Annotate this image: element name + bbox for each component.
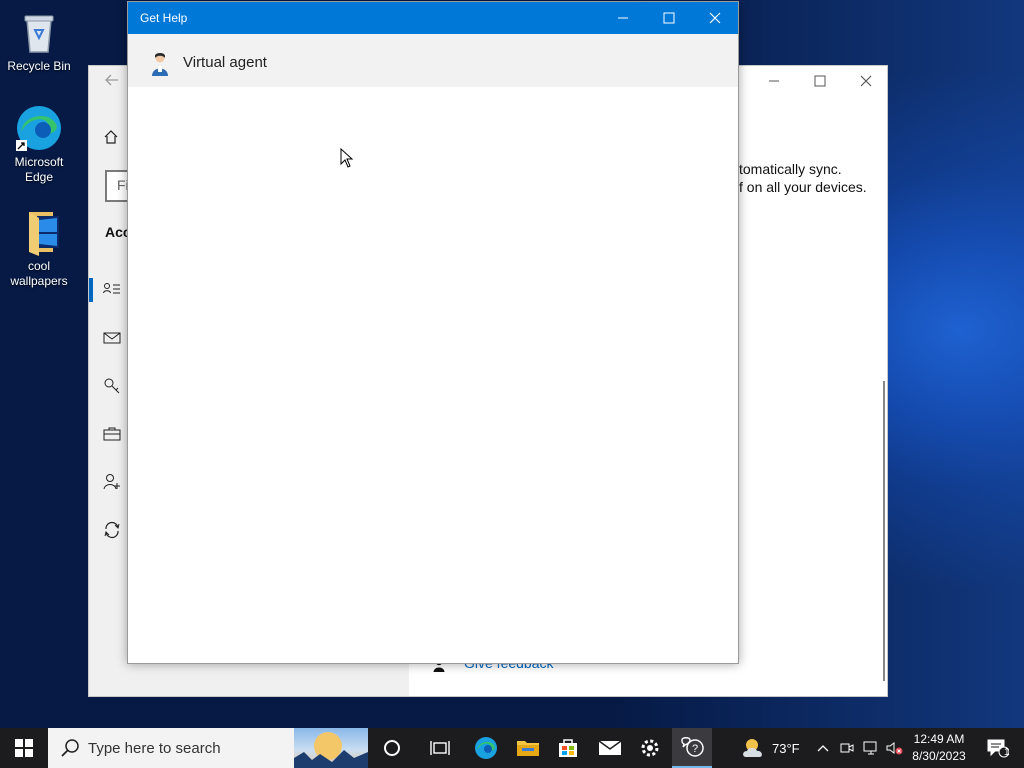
cortana-circle-icon: [384, 740, 400, 756]
gear-icon: [641, 739, 659, 757]
task-view-icon: [430, 741, 450, 755]
folder-icon: [15, 208, 63, 256]
desktop-icon-label: Microsoft Edge: [14, 155, 64, 184]
weather-temperature[interactable]: 73°F: [772, 741, 800, 756]
mouse-cursor-icon: [340, 147, 354, 168]
close-button[interactable]: [843, 74, 889, 90]
chat-header: Virtual agent: [128, 34, 738, 87]
virtual-agent-avatar-icon: [150, 52, 170, 76]
store-icon: [559, 739, 577, 757]
get-help-icon: ?: [681, 737, 704, 757]
maximize-button[interactable]: [797, 74, 843, 90]
taskbar-get-help[interactable]: ?: [672, 728, 712, 768]
minimize-button[interactable]: [751, 74, 797, 90]
volume-muted-icon: [886, 742, 903, 755]
volume-button[interactable]: [884, 728, 906, 768]
briefcase-icon[interactable]: [103, 426, 123, 446]
agent-name: Virtual agent: [183, 54, 267, 71]
taskbar-file-explorer[interactable]: [508, 728, 548, 768]
action-center-button[interactable]: 1: [978, 728, 1018, 768]
weather-icon[interactable]: [734, 728, 774, 768]
account-info-icon[interactable]: [103, 282, 123, 302]
chevron-up-icon: [817, 745, 829, 752]
clock-date: 8/30/2023: [912, 749, 966, 763]
edge-icon: [475, 737, 497, 759]
sync-icon[interactable]: [103, 521, 123, 541]
search-icon: [61, 739, 79, 757]
task-view-button[interactable]: [420, 728, 460, 768]
start-button[interactable]: [0, 728, 48, 768]
back-arrow-icon[interactable]: [105, 73, 119, 91]
clock-time: 12:49 AM: [913, 732, 965, 746]
mail-icon: [598, 740, 622, 755]
taskbar-mail[interactable]: [590, 728, 630, 768]
sync-description: tomatically sync. f on all your devices.: [739, 161, 867, 195]
windows-logo-icon: [15, 739, 33, 757]
taskbar-edge[interactable]: [466, 728, 506, 768]
minimize-button[interactable]: [600, 2, 646, 34]
taskbar-settings[interactable]: [630, 728, 670, 768]
taskbar-search-box[interactable]: Type here to search: [48, 728, 368, 768]
notification-count: 1: [1004, 747, 1010, 758]
scrollbar[interactable]: [883, 381, 885, 681]
desktop-icon-label: Recycle Bin: [7, 59, 71, 73]
chat-content-area: [128, 87, 738, 662]
home-icon[interactable]: [103, 129, 123, 149]
desktop-icon-recycle-bin[interactable]: Recycle Bin: [1, 8, 77, 74]
close-button[interactable]: [692, 2, 738, 34]
taskbar: Type here to search ? 73°F 12:49 AM 8/30…: [0, 728, 1024, 768]
desktop-icon-cool-wallpapers[interactable]: cool wallpapers: [1, 208, 77, 289]
desktop-icon-edge[interactable]: Microsoft Edge: [1, 104, 77, 185]
get-help-window: Get Help Virtual agent: [127, 1, 739, 664]
search-placeholder: Type here to search: [88, 739, 221, 757]
cortana-button[interactable]: [372, 728, 412, 768]
meet-now-button[interactable]: [836, 728, 858, 768]
edge-icon: [15, 104, 63, 152]
svg-text:?: ?: [692, 743, 698, 755]
recycle-bin-icon: [15, 8, 63, 56]
selected-indicator: [89, 278, 93, 302]
add-person-icon[interactable]: [103, 473, 123, 493]
meet-now-icon: [840, 743, 854, 753]
desktop-icon-label: cool wallpapers: [10, 259, 68, 288]
network-button[interactable]: [860, 728, 882, 768]
network-icon: [863, 741, 877, 755]
window-title: Get Help: [140, 11, 188, 25]
key-icon[interactable]: [103, 377, 123, 397]
mail-icon[interactable]: [103, 331, 123, 351]
taskbar-store[interactable]: [548, 728, 588, 768]
search-highlight-image: [294, 728, 368, 768]
maximize-button[interactable]: [646, 2, 692, 34]
title-bar[interactable]: Get Help: [128, 2, 738, 34]
system-clock[interactable]: 12:49 AM 8/30/2023: [906, 731, 972, 765]
folder-icon: [517, 741, 539, 756]
